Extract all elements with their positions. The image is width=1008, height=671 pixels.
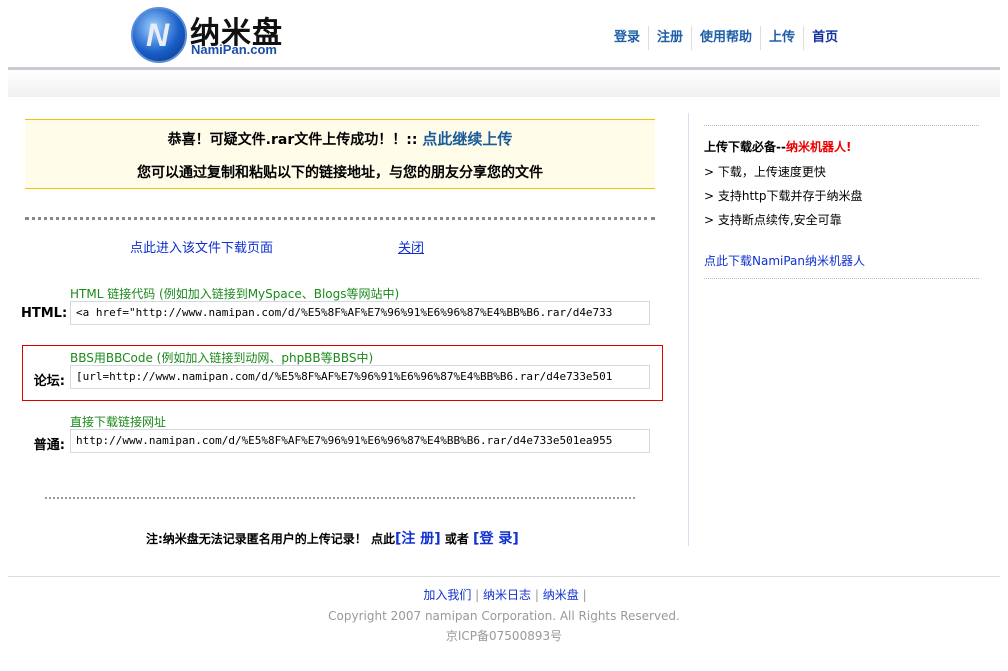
share-instructions: 您可以通过复制和粘贴以下的链接地址，与您的朋友分享您的文件 xyxy=(137,165,543,181)
direct-link-caption: 直接下载链接网址 xyxy=(70,415,167,429)
logo-letter: N xyxy=(146,17,170,53)
success-notice: 恭喜！可疑文件.rar文件上传成功！！:: 点此继续上传 您可以通过复制和粘贴以… xyxy=(25,119,655,189)
nav-upload[interactable]: 上传 xyxy=(761,26,805,50)
sidebar-item: > 支持http下载并存于纳米盘 xyxy=(704,189,863,203)
logo-domain: NamiPan.com xyxy=(191,42,277,57)
bbcode-input[interactable]: [url=http://www.namipan.com/d/%E5%8F%AF%… xyxy=(70,365,650,389)
divider xyxy=(45,497,635,499)
header-band xyxy=(8,70,1000,97)
divider xyxy=(25,217,655,220)
note-or: 或者 xyxy=(444,532,469,546)
sidebar-item: > 支持断点续传,安全可靠 xyxy=(704,213,842,227)
note-text: 注:纳米盘无法记录匿名用户的上传记录！ 点此 xyxy=(146,532,395,546)
footer-divider xyxy=(8,576,1000,577)
nav-login[interactable]: 登录 xyxy=(606,26,650,50)
note-login-link[interactable]: [登 录] xyxy=(473,531,519,547)
html-code-input[interactable]: <a href="http://www.namipan.com/d/%E5%8F… xyxy=(70,301,650,325)
anonymous-note: 注:纳米盘无法记录匿名用户的上传记录！ 点此[注 册] 或者 [登 录] xyxy=(146,528,519,548)
download-page-link[interactable]: 点此进入该文件下载页面 xyxy=(130,237,273,256)
bbcode-label: 论坛: xyxy=(33,374,65,389)
nav-register[interactable]: 注册 xyxy=(649,26,693,50)
sidebar-divider xyxy=(688,113,689,546)
download-robot-link[interactable]: 点此下载NamiPan纳米机器人 xyxy=(704,252,865,269)
footer-blog-link[interactable]: 纳米日志 xyxy=(483,588,531,602)
sidebar-title-highlight: 纳米机器人! xyxy=(785,140,852,154)
continue-upload-link[interactable]: 点此继续上传 xyxy=(422,130,512,148)
sidebar-title-text: 上传下载必备-- xyxy=(704,140,786,154)
direct-link-label: 普通: xyxy=(33,438,65,453)
html-code-caption: HTML 链接代码 (例如加入链接到MySpace、Blogs等网站中) xyxy=(70,287,400,301)
divider xyxy=(704,125,979,126)
icp-number: 京ICP备07500893号 xyxy=(445,629,563,643)
nav-home[interactable]: 首页 xyxy=(804,26,846,50)
nav-help[interactable]: 使用帮助 xyxy=(692,26,762,50)
html-code-label: HTML: xyxy=(21,306,68,321)
sidebar-item: > 下载，上传速度更快 xyxy=(704,165,826,179)
footer-namipan-link[interactable]: 纳米盘 xyxy=(543,588,579,602)
close-link[interactable]: 关闭 xyxy=(398,237,424,256)
sidebar-title: 上传下载必备--纳米机器人! xyxy=(704,138,851,155)
copyright: Copyright 2007 namipan Corporation. All … xyxy=(328,609,680,623)
bbcode-caption: BBS用BBCode (例如加入链接到动网、phpBB等BBS中) xyxy=(70,351,374,365)
divider xyxy=(704,278,979,279)
footer-links: 加入我们 | 纳米日志 | 纳米盘 | xyxy=(423,588,587,602)
top-nav: 登录 注册 使用帮助 上传 首页 xyxy=(606,26,846,50)
footer-join-link[interactable]: 加入我们 xyxy=(423,588,471,602)
direct-link-input[interactable]: http://www.namipan.com/d/%E5%8F%AF%E7%96… xyxy=(70,429,650,453)
note-register-link[interactable]: [注 册] xyxy=(395,531,441,547)
success-message: 恭喜！可疑文件.rar文件上传成功！！:: xyxy=(167,132,418,148)
